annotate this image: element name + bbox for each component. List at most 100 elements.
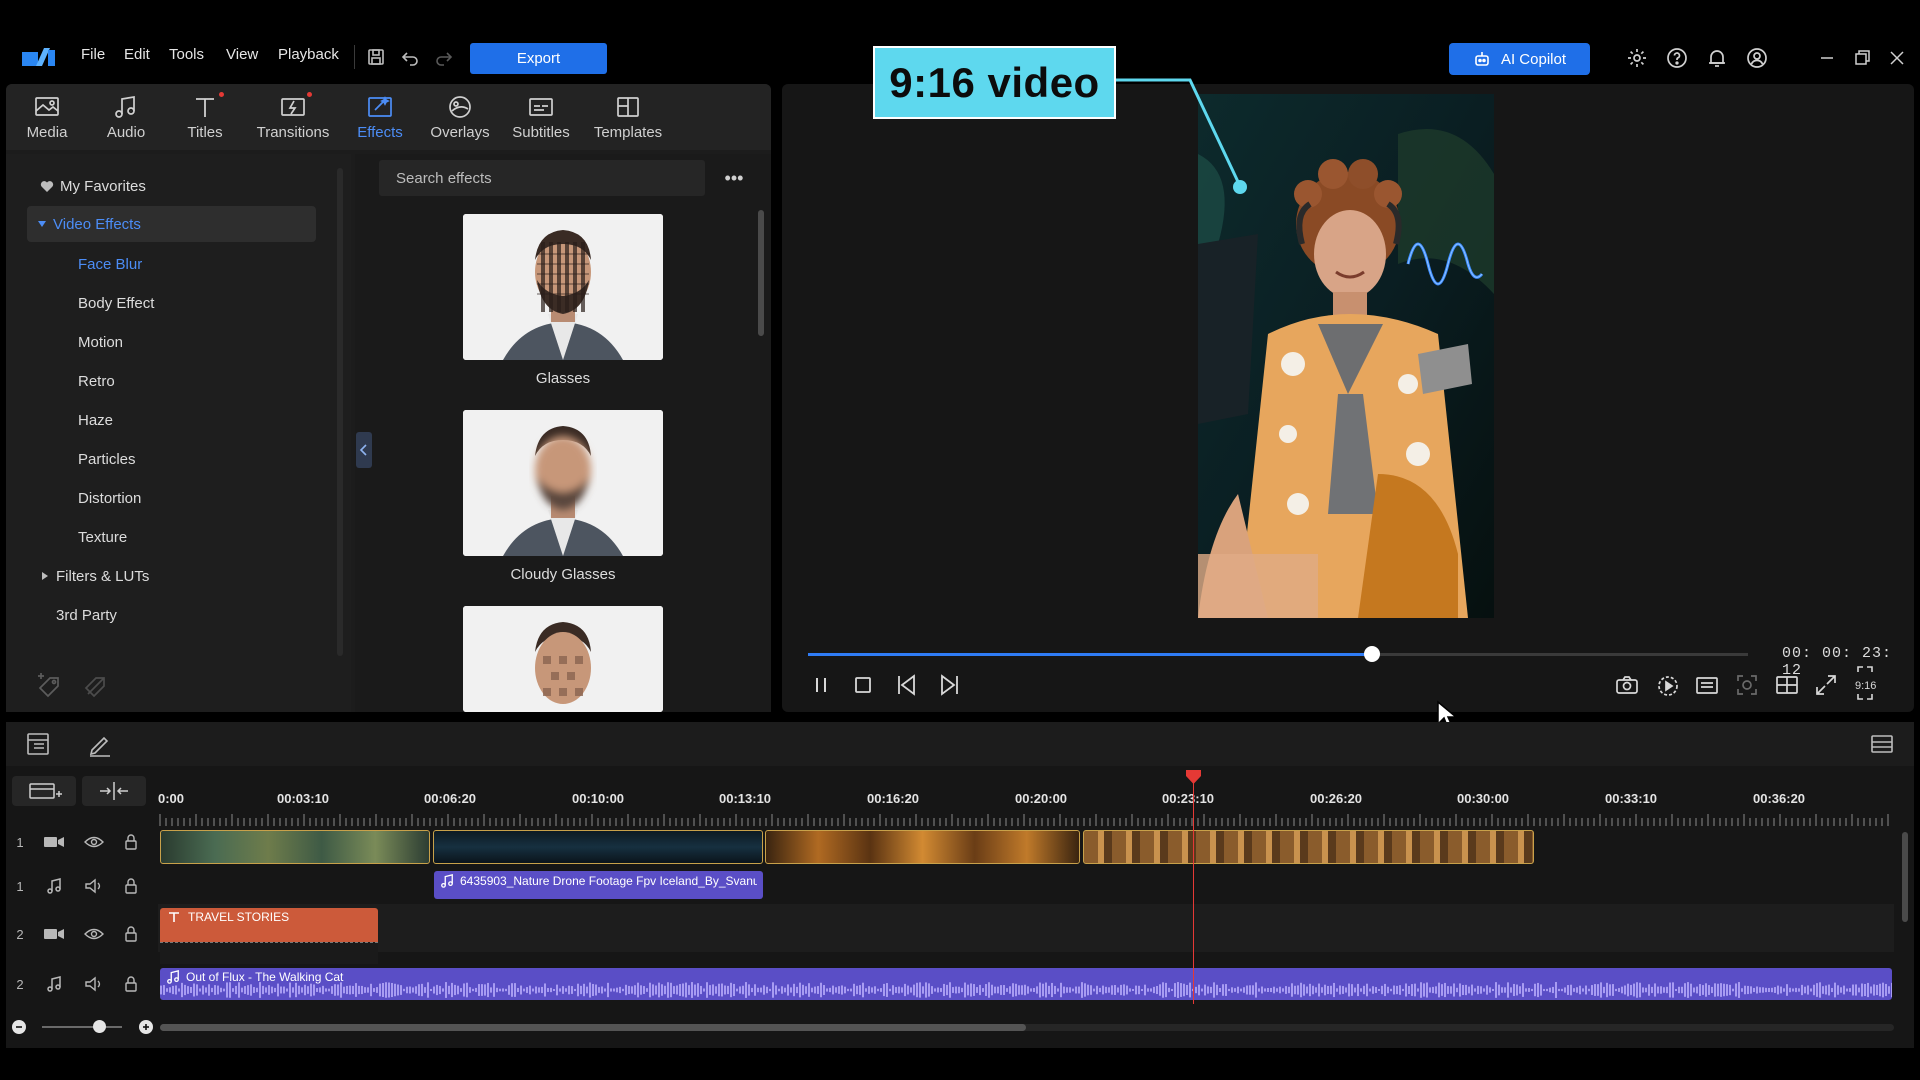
- tab-subtitles[interactable]: Subtitles: [502, 92, 580, 150]
- video-clip[interactable]: [160, 830, 430, 864]
- tab-templates-label: Templates: [593, 124, 663, 141]
- video-camera-icon: [44, 835, 64, 849]
- heart-icon: [40, 180, 54, 193]
- redo-icon[interactable]: [432, 45, 456, 69]
- track-number: 1: [16, 834, 24, 850]
- audio-clip-drone[interactable]: 6435903_Nature Drone Footage Fpv Iceland…: [434, 871, 763, 899]
- tree-texture[interactable]: Texture: [30, 519, 316, 555]
- playhead-handle[interactable]: [1186, 770, 1201, 784]
- tab-subtitles-label: Subtitles: [512, 124, 570, 141]
- timeline-toolbar: [6, 722, 1914, 766]
- zoom-out-icon[interactable]: [12, 1020, 26, 1034]
- lock-icon[interactable]: [124, 926, 138, 942]
- tab-effects[interactable]: Effects: [341, 92, 419, 150]
- tab-transitions-label: Transitions: [256, 124, 330, 141]
- playback-progress-knob[interactable]: [1364, 646, 1380, 662]
- snap-button[interactable]: [82, 776, 146, 806]
- search-effects-input[interactable]: [379, 160, 705, 196]
- menu-edit[interactable]: Edit: [124, 46, 150, 63]
- title-clip-travel-stories[interactable]: TRAVEL STORIES: [160, 908, 378, 964]
- text-t-icon: [190, 92, 220, 122]
- eye-icon[interactable]: [84, 835, 104, 849]
- tree-haze[interactable]: Haze: [30, 402, 316, 438]
- aspect-ratio-label: 9:16: [1855, 680, 1877, 692]
- timeline-layout-icon[interactable]: [24, 730, 52, 758]
- minimize-icon[interactable]: [1815, 46, 1839, 70]
- menu-file[interactable]: File: [81, 46, 105, 63]
- video-clip[interactable]: [765, 830, 1080, 864]
- timeline-horizontal-scrollbar[interactable]: [160, 1024, 1026, 1031]
- save-icon[interactable]: [364, 45, 388, 69]
- account-icon[interactable]: [1745, 46, 1769, 70]
- previous-frame-icon[interactable]: [894, 672, 920, 698]
- zoom-slider-knob[interactable]: [93, 1020, 106, 1033]
- lock-icon[interactable]: [124, 976, 138, 992]
- close-icon[interactable]: [1885, 46, 1909, 70]
- tree-face-blur[interactable]: Face Blur: [30, 246, 316, 282]
- timeline-settings-icon[interactable]: [1868, 730, 1896, 758]
- tab-audio[interactable]: Audio: [87, 92, 165, 150]
- caret-down-icon: [37, 219, 47, 229]
- subtitle-toggle-icon[interactable]: [1694, 672, 1720, 698]
- snapshot-camera-icon[interactable]: [1614, 672, 1640, 698]
- lock-icon[interactable]: [124, 834, 138, 850]
- zoom-slider-track[interactable]: [42, 1026, 122, 1028]
- restore-icon[interactable]: [1850, 46, 1874, 70]
- add-tag-icon[interactable]: [36, 672, 64, 700]
- tab-media[interactable]: Media: [8, 92, 86, 150]
- add-track-button[interactable]: [12, 776, 76, 806]
- more-options-icon[interactable]: •••: [722, 166, 746, 190]
- effect-thumb-pixel[interactable]: [463, 606, 663, 712]
- collapse-panel-button[interactable]: [356, 432, 372, 468]
- zoom-fit-icon[interactable]: [1734, 672, 1760, 698]
- transitions-icon: [278, 92, 308, 122]
- tree-scrollbar[interactable]: [337, 168, 343, 656]
- effects-scrollbar[interactable]: [758, 210, 764, 336]
- effect-thumb-cloudy-glasses[interactable]: [463, 410, 663, 556]
- timeline-vertical-scrollbar[interactable]: [1902, 832, 1908, 922]
- track-row-video-2: [158, 904, 1894, 952]
- tree-video-effects[interactable]: Video Effects: [27, 206, 316, 242]
- export-button[interactable]: Export: [470, 43, 607, 74]
- stop-icon[interactable]: [850, 672, 876, 698]
- pause-icon[interactable]: [808, 672, 834, 698]
- speaker-icon[interactable]: [84, 976, 104, 992]
- callout-pointer: [1116, 78, 1247, 194]
- track-number: 2: [16, 976, 24, 992]
- tab-overlays[interactable]: Overlays: [421, 92, 499, 150]
- tree-motion[interactable]: Motion: [30, 324, 316, 360]
- render-preview-icon[interactable]: [1655, 672, 1681, 698]
- tree-filters-luts[interactable]: Filters & LUTs: [30, 558, 316, 594]
- zoom-in-icon[interactable]: [139, 1020, 153, 1034]
- timeline-ruler-ticks[interactable]: [158, 812, 1894, 828]
- tab-titles[interactable]: Titles: [166, 92, 244, 150]
- video-clip[interactable]: [433, 830, 763, 864]
- split-view-icon[interactable]: [1774, 672, 1800, 698]
- tree-particles[interactable]: Particles: [30, 441, 316, 477]
- menu-view[interactable]: View: [226, 46, 258, 63]
- notification-bell-icon[interactable]: [1705, 46, 1729, 70]
- video-clip[interactable]: [1083, 830, 1534, 864]
- settings-icon[interactable]: [1625, 46, 1649, 70]
- help-icon[interactable]: [1665, 46, 1689, 70]
- tab-templates[interactable]: Templates: [589, 92, 667, 150]
- next-frame-icon[interactable]: [936, 672, 962, 698]
- menu-playback[interactable]: Playback: [278, 46, 339, 63]
- ai-copilot-button[interactable]: AI Copilot: [1449, 43, 1590, 75]
- tab-transitions[interactable]: Transitions: [254, 92, 332, 150]
- menu-tools[interactable]: Tools: [169, 46, 204, 63]
- tab-overlays-label: Overlays: [430, 124, 490, 141]
- tree-my-favorites[interactable]: My Favorites: [30, 168, 316, 204]
- effect-thumb-glasses[interactable]: [463, 214, 663, 360]
- speaker-icon[interactable]: [84, 878, 104, 894]
- draw-pen-icon[interactable]: [86, 730, 114, 758]
- lock-icon[interactable]: [124, 878, 138, 894]
- eye-icon[interactable]: [84, 927, 104, 941]
- tree-3rd-party[interactable]: 3rd Party: [30, 597, 316, 633]
- fullscreen-icon[interactable]: [1813, 672, 1839, 698]
- tree-distortion[interactable]: Distortion: [30, 480, 316, 516]
- tree-retro[interactable]: Retro: [30, 363, 316, 399]
- tree-body-effect[interactable]: Body Effect: [30, 285, 316, 321]
- remove-tag-icon[interactable]: [82, 672, 110, 700]
- undo-icon[interactable]: [398, 45, 422, 69]
